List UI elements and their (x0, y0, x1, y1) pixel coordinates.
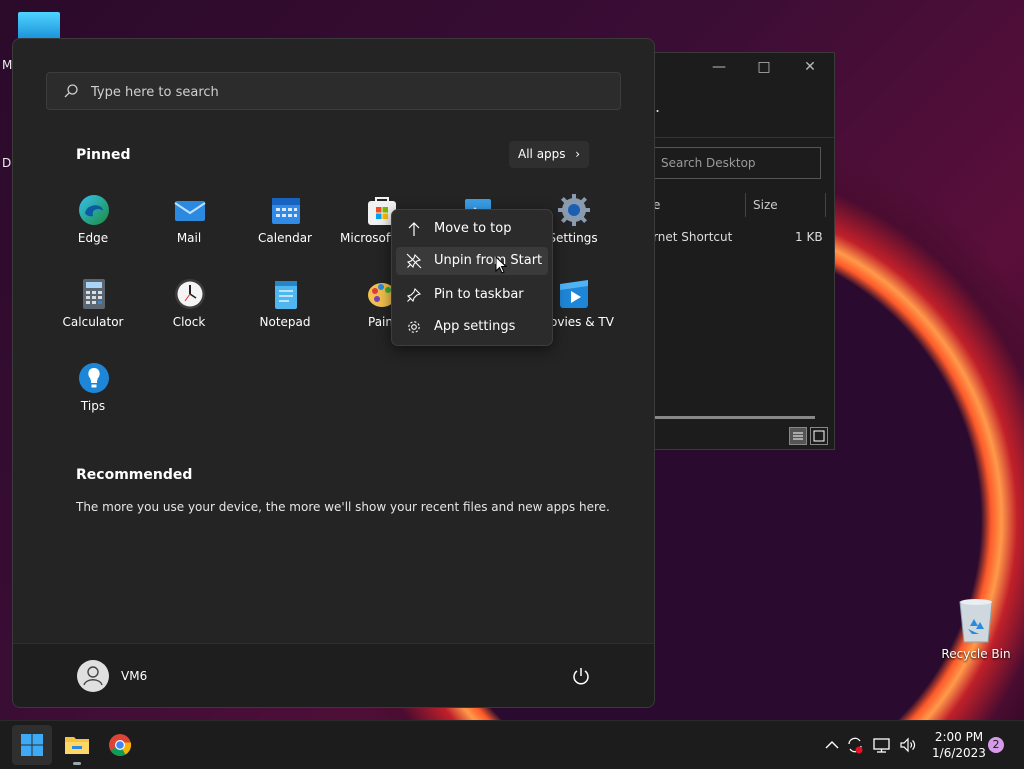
calendar-icon (272, 198, 300, 224)
app-label: Mail (176, 231, 202, 245)
gear-icon (408, 321, 420, 333)
file-type-cell[interactable]: rnet Shortcut (653, 230, 732, 244)
chrome-button[interactable] (100, 725, 140, 765)
app-label: Edge (77, 231, 109, 245)
app-label: Clock (172, 315, 206, 329)
start-search-box[interactable] (46, 72, 621, 111)
movies-tv-icon (560, 280, 588, 308)
context-menu: Move to top Unpin from Start Pin to task… (391, 209, 553, 346)
pinned-app-tips[interactable]: Tips (45, 353, 141, 433)
app-label: Tips (80, 399, 106, 413)
large-icons-view-icon[interactable] (810, 427, 828, 445)
pin-icon (406, 287, 422, 303)
menu-item-label: Unpin from Start (434, 253, 543, 268)
recycle-bin-icon (959, 599, 993, 643)
app-label: ovies & TV (550, 315, 614, 329)
file-size-cell: 1 KB (795, 230, 823, 244)
folder-icon (65, 737, 89, 754)
pinned-app-mail[interactable]: Mail (141, 185, 237, 265)
pinned-app-notepad[interactable]: Notepad (237, 269, 333, 349)
clock-icon (175, 279, 205, 309)
search-icon (64, 84, 78, 98)
running-indicator (73, 762, 81, 765)
chrome-icon (109, 734, 132, 756)
pinned-app-edge[interactable]: Edge (45, 185, 141, 265)
recommended-title: Recommended (76, 467, 193, 483)
menu-item-pin-to-taskbar[interactable]: Pin to taskbar (396, 281, 548, 309)
user-icon (83, 666, 103, 686)
file-explorer-window: — □ ✕ . Search Desktop e Size rnet Short… (640, 52, 835, 450)
chevron-up-icon[interactable] (822, 735, 842, 755)
taskbar: 2:00 PM 1/6/2023 2 (0, 720, 1024, 769)
start-button[interactable] (12, 725, 52, 765)
avatar[interactable] (77, 660, 109, 692)
start-menu: Pinned All apps › Edge Mail Calendar (12, 38, 655, 708)
menu-item-app-settings[interactable]: App settings (396, 313, 548, 341)
taskbar-clock[interactable]: 2:00 PM 1/6/2023 (924, 729, 994, 761)
pinned-app-clock[interactable]: Clock (141, 269, 237, 349)
menu-item-label: App settings (434, 319, 516, 334)
divider (641, 137, 834, 138)
mail-icon (174, 201, 206, 221)
minimize-icon[interactable]: — (704, 59, 734, 75)
recommended-empty-text: The more you use your device, the more w… (76, 500, 610, 514)
arrow-up-icon (408, 222, 420, 236)
pinned-app-calculator[interactable]: Calculator (45, 269, 141, 349)
search-desktop-input[interactable]: Search Desktop (653, 147, 821, 179)
app-label: Calculator (62, 315, 124, 329)
all-apps-label: All apps (518, 147, 566, 161)
address-fragment: . (655, 97, 661, 116)
maximize-icon[interactable]: □ (749, 59, 779, 75)
power-icon[interactable] (571, 666, 591, 686)
file-explorer-button[interactable] (57, 725, 97, 765)
menu-item-move-to-top[interactable]: Move to top (396, 215, 548, 243)
horizontal-scrollbar[interactable] (655, 416, 815, 419)
clock-date: 1/6/2023 (932, 746, 986, 760)
menu-item-label: Pin to taskbar (434, 287, 524, 302)
mouse-cursor-icon (495, 256, 507, 274)
pinned-app-calendar[interactable]: Calendar (237, 185, 333, 265)
start-footer: VM6 (13, 643, 654, 707)
network-icon[interactable] (872, 735, 892, 755)
menu-item-unpin-from-start[interactable]: Unpin from Start (396, 247, 548, 275)
tips-icon (79, 363, 109, 393)
app-label: Calendar (258, 231, 312, 245)
sync-icon[interactable] (845, 735, 865, 755)
menu-item-label: Move to top (434, 221, 512, 236)
unpin-icon (406, 253, 422, 269)
close-icon[interactable]: ✕ (795, 59, 825, 75)
desktop-label-fragment: M (2, 58, 13, 72)
notepad-icon (275, 281, 297, 309)
recycle-bin-label: Recycle Bin (941, 647, 1011, 661)
all-apps-button[interactable]: All apps › (509, 141, 589, 168)
column-separator[interactable] (745, 193, 746, 217)
desktop-shortcut-icon[interactable] (18, 12, 60, 40)
column-separator[interactable] (825, 193, 826, 217)
details-view-icon[interactable] (789, 427, 807, 445)
search-input[interactable] (89, 73, 593, 111)
notification-badge[interactable]: 2 (988, 737, 1004, 753)
settings-icon (558, 194, 590, 226)
clock-time: 2:00 PM (934, 730, 984, 744)
windows-logo-icon (21, 734, 43, 756)
chevron-right-icon: › (575, 147, 580, 161)
pinned-title: Pinned (76, 147, 131, 163)
user-name[interactable]: VM6 (121, 669, 147, 683)
volume-icon[interactable] (898, 735, 918, 755)
app-label: Notepad (259, 315, 311, 329)
edge-icon (79, 195, 109, 225)
recycle-bin[interactable]: Recycle Bin (941, 596, 1011, 668)
column-header-size[interactable]: Size (753, 198, 778, 212)
calculator-icon (83, 279, 105, 309)
